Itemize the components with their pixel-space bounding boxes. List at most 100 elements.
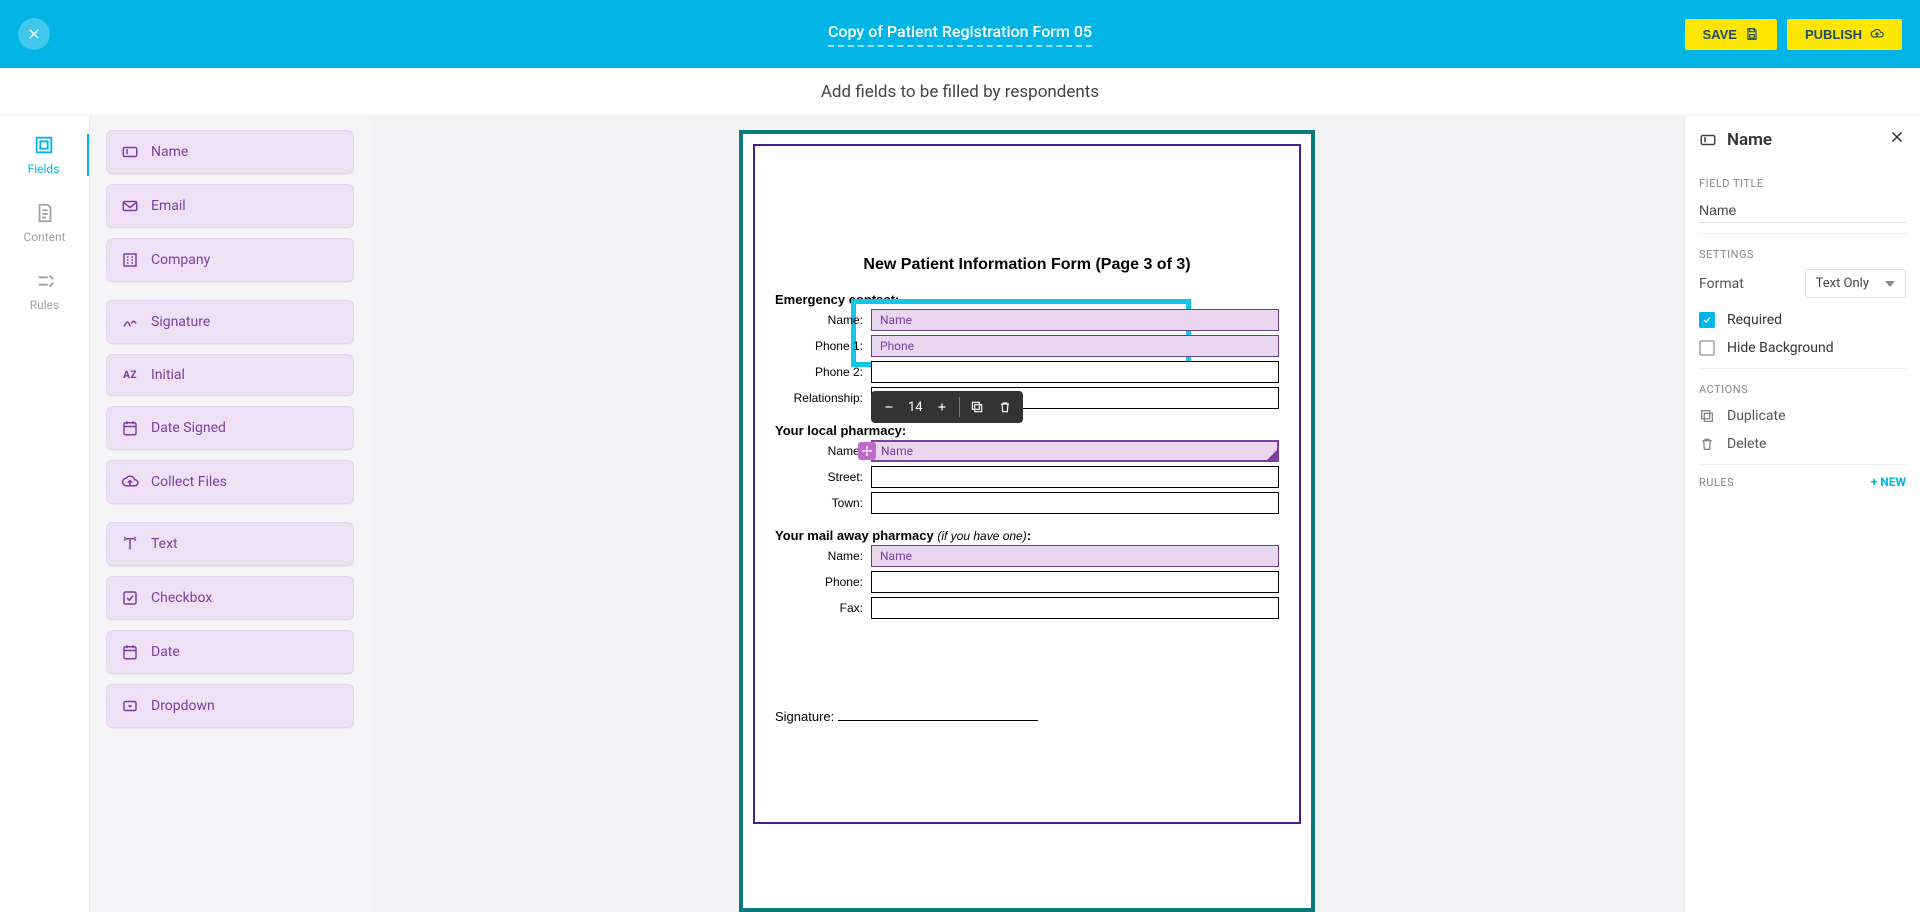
nav-content-label: Content: [23, 230, 65, 244]
hide-bg-label: Hide Background: [1727, 340, 1834, 356]
save-button[interactable]: SAVE: [1685, 19, 1777, 50]
required-checkbox-row[interactable]: Required: [1699, 312, 1906, 328]
new-rule-button[interactable]: + NEW: [1871, 475, 1906, 489]
palette-item-initial[interactable]: AZ Initial: [106, 354, 354, 396]
plus-icon: [935, 400, 949, 414]
publish-button[interactable]: PUBLISH: [1787, 19, 1902, 50]
properties-header: Name: [1699, 128, 1906, 163]
section-pharmacy-head: Your local pharmacy:: [775, 423, 1279, 438]
palette-item-label: Name: [151, 144, 188, 160]
nav-content[interactable]: Content: [0, 202, 89, 244]
email-icon: [121, 197, 139, 215]
toolbar-duplicate-button[interactable]: [964, 394, 990, 420]
palette-group: Name Email Company: [106, 130, 354, 282]
close-icon: [1888, 128, 1906, 146]
row-label: Fax:: [775, 601, 871, 615]
top-bar: Copy of Patient Registration Form 05 SAV…: [0, 0, 1920, 68]
section-mailaway-head-a: Your mail away pharmacy: [775, 528, 937, 543]
palette-item-company[interactable]: Company: [106, 238, 354, 282]
palette-item-label: Company: [151, 252, 210, 268]
row-label: Phone 1:: [775, 339, 871, 353]
nav-rules-label: Rules: [30, 298, 59, 312]
palette-item-checkbox[interactable]: Checkbox: [106, 576, 354, 620]
page: New Patient Information Form (Page 3 of …: [739, 130, 1315, 912]
save-icon: [1745, 27, 1759, 41]
copy-icon: [970, 400, 984, 414]
initial-icon: AZ: [121, 370, 139, 381]
resize-handle[interactable]: [1267, 450, 1277, 460]
subheader: Add fields to be filled by respondents: [0, 68, 1920, 116]
palette-item-date-signed[interactable]: Date Signed: [106, 406, 354, 450]
row-label: Phone:: [775, 575, 871, 589]
toolbar-decrease-button[interactable]: [876, 394, 902, 420]
signature-icon: [121, 313, 139, 331]
hide-bg-checkbox-row[interactable]: Hide Background: [1699, 340, 1906, 356]
palette-item-label: Dropdown: [151, 698, 215, 714]
nav-rules[interactable]: Rules: [0, 270, 89, 312]
placed-field-name[interactable]: Name: [871, 309, 1279, 331]
form-row: Street:: [775, 466, 1279, 488]
cloud-upload-icon: [1870, 27, 1884, 41]
nav-fields[interactable]: Fields: [0, 134, 89, 176]
palette-item-email[interactable]: Email: [106, 184, 354, 228]
blank-field[interactable]: [871, 466, 1279, 488]
rules-heading: RULES: [1699, 476, 1734, 489]
palette-item-dropdown[interactable]: Dropdown: [106, 684, 354, 728]
blank-field[interactable]: [871, 597, 1279, 619]
toolbar-increase-button[interactable]: [929, 394, 955, 420]
dropdown-icon: [121, 697, 139, 715]
required-label: Required: [1727, 312, 1782, 328]
palette-item-collect-files[interactable]: Collect Files: [106, 460, 354, 504]
section-mailaway-rows: Name: Name Phone: Fax:: [775, 545, 1279, 619]
cloud-icon: [121, 473, 139, 491]
document-title[interactable]: Copy of Patient Registration Form 05: [828, 22, 1092, 47]
save-label: SAVE: [1703, 27, 1737, 42]
blank-field[interactable]: [871, 492, 1279, 514]
field-title-input[interactable]: [1699, 198, 1906, 223]
page-inner: New Patient Information Form (Page 3 of …: [753, 144, 1301, 824]
format-row: Format Text Only: [1699, 269, 1906, 298]
properties-close-button[interactable]: [1888, 128, 1906, 151]
duplicate-action[interactable]: Duplicate: [1699, 408, 1906, 424]
calendar-icon: [121, 643, 139, 661]
form-row: Name: Name: [775, 545, 1279, 567]
form-row: Name: Name: [775, 309, 1279, 331]
row-label: Street:: [775, 470, 871, 484]
blank-field[interactable]: [871, 361, 1279, 383]
hide-bg-checkbox[interactable]: [1699, 340, 1715, 356]
toolbar-delete-button[interactable]: [992, 394, 1018, 420]
row-label: Relationship:: [775, 391, 871, 405]
row-label: Name:: [775, 444, 871, 458]
form-row: Phone 1: Phone: [775, 335, 1279, 357]
row-label: Phone 2:: [775, 365, 871, 379]
format-select[interactable]: Text Only: [1805, 269, 1906, 298]
form-row: Relationship:: [775, 387, 1279, 409]
top-actions: SAVE PUBLISH: [1685, 19, 1903, 50]
required-checkbox[interactable]: [1699, 312, 1715, 328]
palette-item-name[interactable]: Name: [106, 130, 354, 174]
delete-action[interactable]: Delete: [1699, 436, 1906, 452]
delete-label: Delete: [1727, 436, 1766, 452]
signature-underline: [838, 720, 1038, 721]
text-field-icon: [121, 143, 139, 161]
palette-item-label: Email: [151, 198, 186, 214]
placed-field-name[interactable]: Name: [871, 545, 1279, 567]
content-icon: [34, 202, 56, 224]
trash-icon: [998, 400, 1012, 414]
text-icon: [121, 535, 139, 553]
selected-field-name[interactable]: Name: [871, 440, 1279, 462]
palette-item-date[interactable]: Date: [106, 630, 354, 674]
canvas[interactable]: New Patient Information Form (Page 3 of …: [370, 116, 1684, 912]
blank-field[interactable]: [871, 571, 1279, 593]
palette-item-text[interactable]: Text: [106, 522, 354, 566]
doc-title: New Patient Information Form (Page 3 of …: [775, 256, 1279, 274]
placed-field-phone[interactable]: Phone: [871, 335, 1279, 357]
close-button[interactable]: [18, 18, 50, 50]
fields-icon: [33, 134, 55, 156]
move-icon: [861, 445, 873, 457]
palette-item-signature[interactable]: Signature: [106, 300, 354, 344]
move-handle[interactable]: [858, 442, 876, 460]
form-row: Name: Name: [775, 440, 1279, 462]
form-row: Town:: [775, 492, 1279, 514]
copy-icon: [1699, 408, 1715, 424]
